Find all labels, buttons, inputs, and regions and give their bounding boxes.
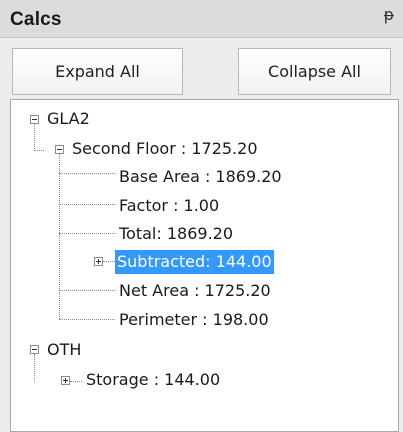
collapse-all-button[interactable]: Collapse All bbox=[238, 48, 391, 95]
tree-node-factor[interactable]: Factor : 1.00 bbox=[117, 194, 221, 218]
tree-node-gla2[interactable]: GLA2 bbox=[45, 107, 92, 131]
tree-connector bbox=[103, 261, 115, 262]
expand-all-button[interactable]: Expand All bbox=[12, 48, 183, 95]
expand-all-label: Expand All bbox=[55, 62, 140, 81]
calcs-panel: Calcs ᵽ Expand All Collapse All GLA2 Sec… bbox=[0, 0, 403, 432]
expand-toggle-icon[interactable] bbox=[94, 257, 103, 266]
pin-icon[interactable]: ᵽ bbox=[381, 5, 397, 25]
panel-title: Calcs bbox=[10, 9, 62, 30]
panel-titlebar: Calcs ᵽ bbox=[0, 0, 403, 38]
tree-connector bbox=[59, 153, 60, 319]
tree-connector bbox=[34, 354, 35, 382]
tree-node-oth[interactable]: OTH bbox=[45, 338, 83, 362]
tree-connector bbox=[34, 123, 35, 151]
tree-connector bbox=[59, 204, 115, 205]
expand-toggle-icon[interactable] bbox=[61, 376, 70, 385]
collapse-toggle-icon[interactable] bbox=[30, 345, 39, 354]
tree-node-total[interactable]: Total: 1869.20 bbox=[117, 222, 235, 246]
tree-connector bbox=[59, 233, 115, 234]
tree-connector bbox=[59, 290, 115, 291]
tree-node-net-area[interactable]: Net Area : 1725.20 bbox=[117, 279, 273, 303]
tree-node-second-floor[interactable]: Second Floor : 1725.20 bbox=[70, 137, 260, 161]
tree-node-perimeter[interactable]: Perimeter : 198.00 bbox=[117, 308, 271, 332]
tree-connector bbox=[59, 319, 115, 320]
tree-connector bbox=[34, 150, 44, 151]
calcs-tree[interactable]: GLA2 Second Floor : 1725.20 Base Area : … bbox=[10, 99, 399, 432]
collapse-toggle-icon[interactable] bbox=[55, 145, 64, 154]
collapse-all-label: Collapse All bbox=[268, 62, 361, 81]
tree-connector bbox=[70, 381, 82, 382]
tree-node-storage[interactable]: Storage : 144.00 bbox=[84, 368, 222, 392]
collapse-toggle-icon[interactable] bbox=[30, 115, 39, 124]
tree-connector bbox=[59, 173, 115, 174]
tree-node-subtracted[interactable]: Subtracted: 144.00 bbox=[115, 250, 274, 274]
tree-node-base-area[interactable]: Base Area : 1869.20 bbox=[117, 165, 284, 189]
